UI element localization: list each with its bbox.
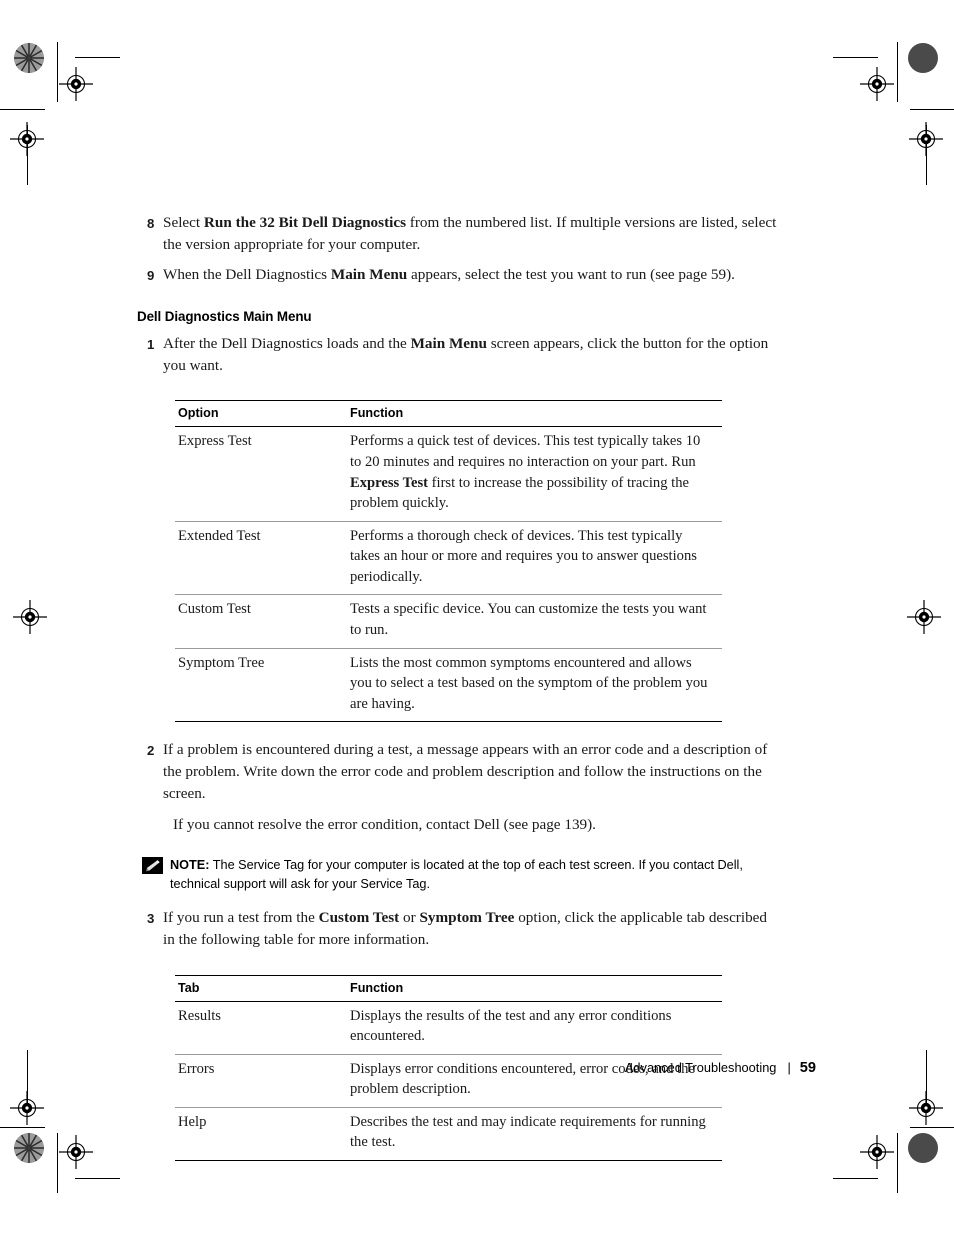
- crop-line: [75, 57, 120, 58]
- footer-separator: |: [787, 1060, 791, 1075]
- cell-option: Custom Test: [175, 594, 347, 649]
- table-row: Help Describes the test and may indicate…: [175, 1107, 722, 1162]
- crop-line: [0, 109, 45, 110]
- step-text-mid: or: [399, 908, 420, 926]
- crop-line: [27, 125, 28, 185]
- registration-target-icon: [860, 1135, 894, 1169]
- cell-text-bold: Express Test: [350, 474, 428, 491]
- step-text-bold: Main Menu: [410, 334, 487, 352]
- table-header-row: Tab Function: [175, 974, 722, 1002]
- solid-density-dot-icon: [908, 43, 938, 73]
- list-item: 3 If you run a test from the Custom Test…: [137, 907, 777, 951]
- note-text: The Service Tag for your computer is loc…: [170, 857, 743, 892]
- step-number: 2: [147, 743, 155, 759]
- solid-density-dot-icon: [908, 1133, 938, 1163]
- crop-line: [833, 57, 878, 58]
- list-item: 9 When the Dell Diagnostics Main Menu ap…: [137, 264, 777, 286]
- cell-option: Symptom Tree: [175, 648, 347, 723]
- registration-target-icon: [907, 600, 941, 634]
- page-content: 8 Select Run the 32 Bit Dell Diagnostics…: [137, 212, 777, 1167]
- step-text-after: appears, select the test you want to run…: [407, 265, 735, 283]
- table-row: Express Test Performs a quick test of de…: [175, 426, 722, 522]
- cell-tab: Results: [175, 1001, 347, 1055]
- note-block: NOTE: The Service Tag for your computer …: [137, 856, 777, 895]
- column-header-option: Option: [175, 400, 347, 428]
- options-table: Option Function Express Test Performs a …: [175, 400, 722, 723]
- cell-text-before: Performs a quick test of devices. This t…: [350, 433, 701, 471]
- step-text-bold: Main Menu: [330, 265, 408, 283]
- step-text: When the Dell Diagnostics Main Menu appe…: [163, 264, 777, 286]
- step-text-before: If you run a test from the: [163, 908, 319, 926]
- step-text: After the Dell Diagnostics loads and the…: [163, 333, 777, 377]
- crop-line: [897, 42, 898, 102]
- pencil-note-icon: [142, 856, 163, 874]
- column-header-function: Function: [347, 974, 722, 1002]
- table-row: Results Displays the results of the test…: [175, 1001, 722, 1055]
- cell-tab: Help: [175, 1107, 347, 1162]
- registration-target-icon: [13, 600, 47, 634]
- cell-option: Extended Test: [175, 521, 347, 596]
- step-text-bold: Run the 32 Bit Dell Diagnostics: [203, 214, 406, 231]
- table-header-row: Option Function: [175, 400, 722, 428]
- crop-line: [910, 1127, 954, 1128]
- registration-target-icon: [10, 122, 44, 156]
- crop-line: [57, 42, 58, 102]
- column-header-function: Function: [347, 400, 722, 428]
- cell-function: Lists the most common symptoms encounter…: [347, 648, 722, 723]
- step-text-before: Select: [163, 214, 204, 231]
- halftone-star-target-icon: [14, 43, 44, 73]
- crop-line: [926, 125, 927, 185]
- list-item: 8 Select Run the 32 Bit Dell Diagnostics…: [137, 212, 777, 256]
- footer-chapter-title: Advanced Troubleshooting: [624, 1060, 777, 1075]
- step-text-before: When the Dell Diagnostics: [163, 265, 331, 283]
- crop-line: [897, 1133, 898, 1193]
- step-text: If a problem is encountered during a tes…: [163, 741, 768, 802]
- crop-line: [75, 1178, 120, 1179]
- step-text-bold-2: Symptom Tree: [419, 908, 515, 926]
- note-label: NOTE:: [170, 857, 210, 872]
- list-item: 1 After the Dell Diagnostics loads and t…: [137, 333, 777, 377]
- crop-line: [0, 1127, 45, 1128]
- table-row: Custom Test Tests a specific device. You…: [175, 594, 722, 649]
- crop-line: [926, 1050, 927, 1110]
- footer-page-number: 59: [799, 1060, 816, 1076]
- registration-target-icon: [860, 67, 894, 101]
- cell-function: Tests a specific device. You can customi…: [347, 594, 722, 649]
- table-row: Symptom Tree Lists the most common sympt…: [175, 648, 722, 723]
- step-number: 3: [147, 910, 155, 926]
- crop-line: [57, 1133, 58, 1193]
- options-table-wrapper: Option Function Express Test Performs a …: [137, 400, 777, 723]
- step-sub-paragraph: If you cannot resolve the error conditio…: [173, 815, 596, 833]
- step-text: If you run a test from the Custom Test o…: [163, 907, 777, 951]
- section-heading: Dell Diagnostics Main Menu: [137, 308, 312, 324]
- column-header-tab: Tab: [175, 974, 347, 1002]
- cell-option: Express Test: [175, 426, 347, 522]
- registration-target-icon: [10, 1091, 44, 1125]
- cell-function: Describes the test and may indicate requ…: [347, 1107, 722, 1162]
- registration-target-icon: [59, 67, 93, 101]
- halftone-star-target-icon: [14, 1133, 44, 1163]
- page-footer: Advanced Troubleshooting | 59: [0, 1060, 816, 1076]
- document-page: 8 Select Run the 32 Bit Dell Diagnostics…: [0, 0, 954, 1235]
- list-item: 2 If a problem is encountered during a t…: [137, 739, 777, 805]
- crop-line: [910, 109, 954, 110]
- step-number: 1: [147, 336, 155, 352]
- table-row: Extended Test Performs a thorough check …: [175, 521, 722, 596]
- step-text: Select Run the 32 Bit Dell Diagnostics f…: [163, 212, 777, 256]
- step-text-bold-1: Custom Test: [318, 908, 400, 926]
- step-text-before: After the Dell Diagnostics loads and the: [163, 334, 411, 352]
- step-number: 9: [147, 267, 155, 283]
- registration-target-icon: [59, 1135, 93, 1169]
- crop-line: [27, 1050, 28, 1110]
- crop-line: [833, 1178, 878, 1179]
- registration-target-icon: [909, 122, 943, 156]
- cell-function: Performs a quick test of devices. This t…: [347, 426, 722, 522]
- cell-function: Displays the results of the test and any…: [347, 1001, 722, 1055]
- step-number: 8: [147, 216, 155, 231]
- cell-function: Performs a thorough check of devices. Th…: [347, 521, 722, 596]
- registration-target-icon: [909, 1091, 943, 1125]
